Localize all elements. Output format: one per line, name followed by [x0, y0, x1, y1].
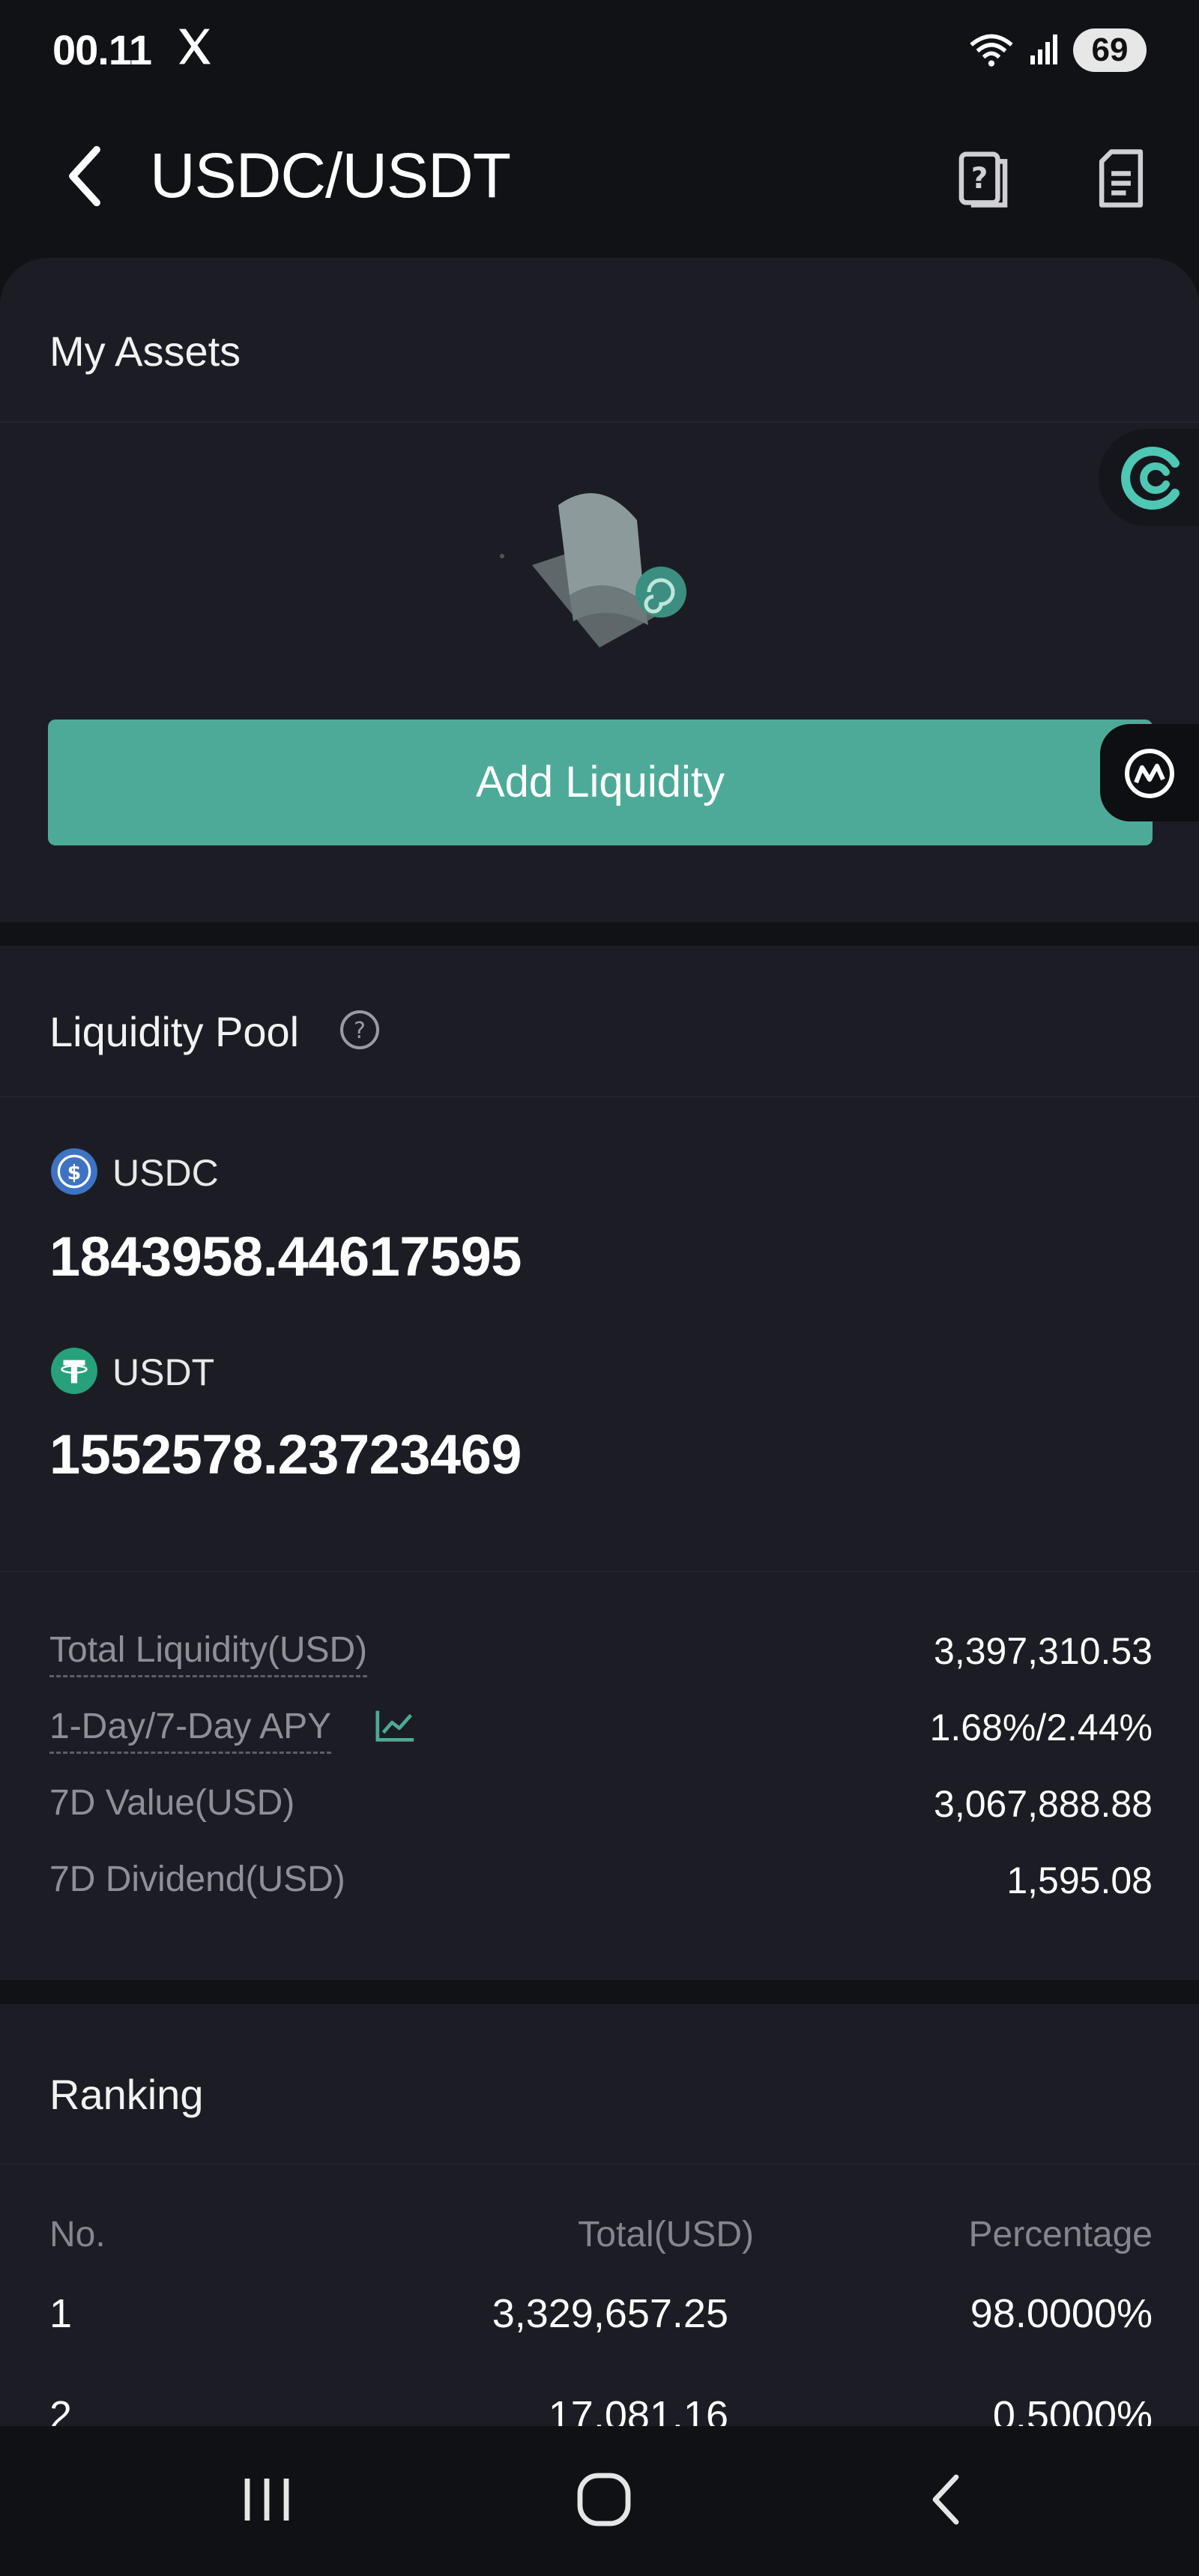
token-amount-usdc: 1843958.44617595 [49, 1225, 522, 1288]
rank-percentage: 98.0000% [970, 2291, 1153, 2336]
my-assets-title: My Assets [49, 328, 241, 375]
coinmarketcap-icon [1125, 749, 1174, 798]
battery-indicator: 69 [1073, 28, 1147, 72]
rank-number: 1 [49, 2291, 73, 2336]
stat-value: 1.68%/2.44% [929, 1707, 1153, 1749]
empty-wallet-illustration [500, 493, 686, 648]
system-back-icon[interactable] [923, 2470, 968, 2530]
apy-chart-icon[interactable] [373, 1706, 417, 1745]
token-amount-usdt: 1552578.23723469 [49, 1423, 522, 1485]
stat-7d-dividend: 7D Dividend(USD) 1,595.08 [49, 1854, 1153, 1907]
column-header-percentage: Percentage [968, 2215, 1153, 2254]
svg-text:$: $ [67, 1161, 82, 1184]
back-button[interactable] [58, 142, 111, 210]
help-document-icon[interactable]: ? [953, 147, 1013, 210]
usdc-icon: $ [51, 1148, 97, 1195]
page-header: USDC/USDT ? [0, 120, 1199, 232]
token-symbol: USDC [112, 1152, 219, 1194]
coingecko-icon [1121, 447, 1180, 510]
divider [0, 1571, 1199, 1572]
records-icon[interactable] [1091, 147, 1151, 210]
page-title: USDC/USDT [150, 140, 511, 211]
rank-total: 3,329,657.25 [492, 2291, 728, 2336]
divider [0, 421, 1199, 423]
ranking-card: Ranking No. Total(USD) Percentage 1 3,32… [0, 2004, 1199, 2426]
x-app-icon [179, 28, 211, 64]
stat-label: 7D Value(USD) [49, 1783, 295, 1823]
ranking-title: Ranking [49, 2071, 204, 2118]
divider [0, 1096, 1199, 1097]
home-icon[interactable] [574, 2470, 634, 2530]
stat-label[interactable]: Total Liquidity(USD) [49, 1629, 368, 1677]
my-assets-card: My Assets Add Liquidity [0, 258, 1199, 922]
signal-icon [1030, 34, 1057, 64]
svg-text:?: ? [354, 1018, 366, 1044]
divider [0, 2163, 1199, 2165]
stat-value: 1,595.08 [1006, 1859, 1153, 1901]
floating-coinmarketcap-button[interactable] [1100, 724, 1199, 821]
column-header-no: No. [49, 2215, 106, 2254]
stat-apy: 1-Day/7-Day APY 1.68%/2.44% [49, 1701, 1153, 1754]
status-time: 00.11 [52, 26, 152, 73]
liquidity-pool-title: Liquidity Pool [49, 1008, 300, 1055]
add-liquidity-button[interactable]: Add Liquidity [48, 720, 1153, 845]
recent-apps-icon[interactable] [238, 2473, 295, 2527]
floating-coingecko-button[interactable] [1099, 429, 1199, 526]
stat-label[interactable]: 1-Day/7-Day APY [49, 1706, 332, 1754]
stat-value: 3,397,310.53 [934, 1630, 1153, 1672]
rank-number: 2 [49, 2393, 73, 2426]
rank-percentage: 0.5000% [992, 2393, 1153, 2426]
usdt-icon [51, 1348, 97, 1394]
stat-value: 3,067,888.88 [934, 1783, 1153, 1825]
liquidity-pool-card: Liquidity Pool ? $ USDC 1843958.44617595… [0, 946, 1199, 1980]
system-navigation-bar [0, 2426, 1199, 2576]
stat-total-liquidity: Total Liquidity(USD) 3,397,310.53 [49, 1625, 1153, 1677]
wifi-icon [970, 34, 1013, 67]
token-symbol: USDT [112, 1351, 215, 1393]
stat-7d-value: 7D Value(USD) 3,067,888.88 [49, 1778, 1153, 1830]
stat-label: 7D Dividend(USD) [49, 1859, 345, 1899]
column-header-total: Total(USD) [578, 2215, 754, 2254]
rank-total: 17,081.16 [548, 2393, 728, 2426]
question-help-icon[interactable]: ? [339, 1009, 381, 1051]
svg-text:?: ? [971, 162, 988, 196]
status-bar: 00.11 69 [0, 0, 1199, 105]
